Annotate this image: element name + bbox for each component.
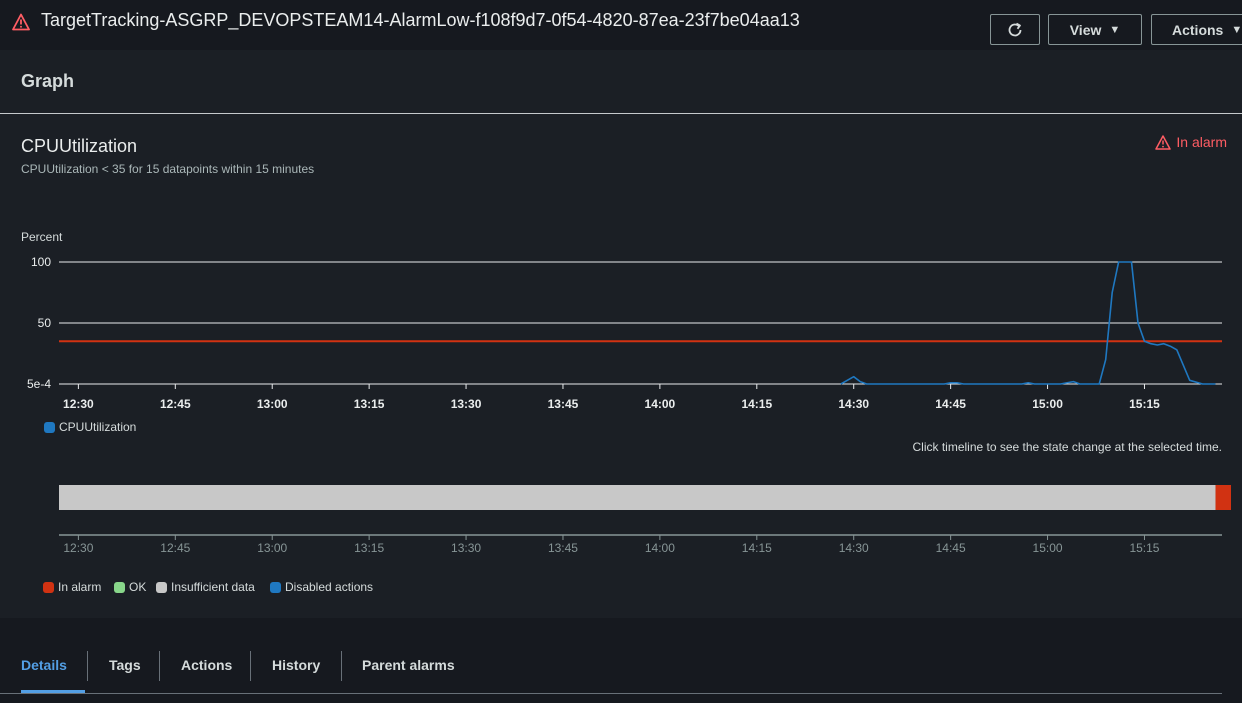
graph-panel: Graph CPUUtilization CPUUtilization < 35…: [0, 50, 1242, 618]
y-tick-label: 5e-4: [27, 377, 51, 391]
x-tick-label: 13:45: [548, 397, 579, 411]
tab-parent-alarms[interactable]: Parent alarms: [362, 657, 455, 673]
x-tick-label: 13:30: [451, 397, 482, 411]
series-legend-label: CPUUtilization: [59, 420, 137, 434]
refresh-button[interactable]: [990, 14, 1040, 45]
tab-actions[interactable]: Actions: [181, 657, 232, 673]
x-tick-label: 13:15: [354, 397, 385, 411]
timeline-tick-label: 14:15: [742, 541, 772, 555]
x-tick-label: 15:15: [1129, 397, 1160, 411]
timeline-segment[interactable]: [1215, 485, 1231, 510]
caret-down-icon: ▼: [1231, 23, 1242, 36]
legend-color-swatch: [270, 581, 281, 593]
tab-details[interactable]: Details: [21, 657, 67, 673]
legend-label: Insufficient data: [171, 580, 255, 594]
tab-separator: [341, 651, 342, 681]
x-tick-label: 12:30: [63, 397, 94, 411]
timeline-legend-item: OK: [114, 580, 146, 594]
timeline-legend-item: Disabled actions: [270, 580, 373, 594]
timeline-tick-label: 13:15: [354, 541, 384, 555]
y-tick-label: 50: [38, 316, 52, 330]
detail-tabs: Details Tags Actions History Parent alar…: [0, 619, 1242, 703]
x-tick-label: 14:15: [741, 397, 772, 411]
timeline-segment[interactable]: [59, 485, 1216, 510]
timeline-legend-item: Insufficient data: [156, 580, 255, 594]
alarm-header: TargetTracking-ASGRP_DEVOPSTEAM14-AlarmL…: [0, 0, 1242, 50]
timeline-tick-label: 14:00: [645, 541, 675, 555]
legend-color-swatch: [114, 581, 125, 593]
warning-triangle-icon: [12, 13, 30, 31]
timeline-tick-label: 13:30: [451, 541, 481, 555]
actions-button[interactable]: Actions ▼: [1151, 14, 1242, 45]
tab-separator: [250, 651, 251, 681]
x-tick-label: 15:00: [1032, 397, 1063, 411]
legend-color-swatch: [156, 581, 167, 593]
tabs-divider: [0, 693, 1222, 694]
timeline-tick-label: 15:00: [1033, 541, 1063, 555]
x-tick-label: 12:45: [160, 397, 191, 411]
timeline-tick-label: 13:45: [548, 541, 578, 555]
timeline-tick-label: 12:45: [160, 541, 190, 555]
timeline-tick-label: 14:30: [839, 541, 869, 555]
series-color-swatch: [44, 421, 55, 433]
cpu-utilization-chart[interactable]: Percent 100 50 5e-4 12:30 12:45 13:00 13:15 13:3…: [0, 50, 1242, 618]
y-tick-label: 100: [31, 255, 51, 269]
timeline-tick-label: 15:15: [1129, 541, 1159, 555]
view-button-label: View: [1069, 21, 1102, 38]
timeline-tick-label: 14:45: [936, 541, 966, 555]
timeline-tick-label: 13:00: [257, 541, 287, 555]
y-axis-label: Percent: [21, 230, 63, 244]
legend-color-swatch: [43, 581, 54, 593]
legend-label: In alarm: [58, 580, 102, 594]
timeline-legend-item: In alarm: [43, 580, 101, 594]
refresh-icon: [1008, 22, 1022, 36]
series-legend[interactable]: CPUUtilization: [44, 420, 136, 434]
x-tick-label: 14:45: [935, 397, 966, 411]
legend-label: Disabled actions: [285, 580, 374, 594]
x-tick-label: 14:00: [645, 397, 676, 411]
tab-history[interactable]: History: [272, 657, 320, 673]
tab-tags[interactable]: Tags: [109, 657, 141, 673]
caret-down-icon: ▼: [1109, 23, 1121, 36]
x-tick-label: 13:00: [257, 397, 288, 411]
alarm-name: TargetTracking-ASGRP_DEVOPSTEAM14-AlarmL…: [41, 10, 800, 30]
x-tick-label: 14:30: [838, 397, 869, 411]
tab-separator: [159, 651, 160, 681]
timeline-hint: Click timeline to see the state change a…: [912, 440, 1223, 454]
tab-separator: [87, 651, 88, 681]
legend-label: OK: [129, 580, 147, 594]
actions-button-label: Actions: [1172, 21, 1224, 38]
view-button[interactable]: View ▼: [1048, 14, 1142, 45]
timeline-tick-label: 12:30: [63, 541, 93, 555]
